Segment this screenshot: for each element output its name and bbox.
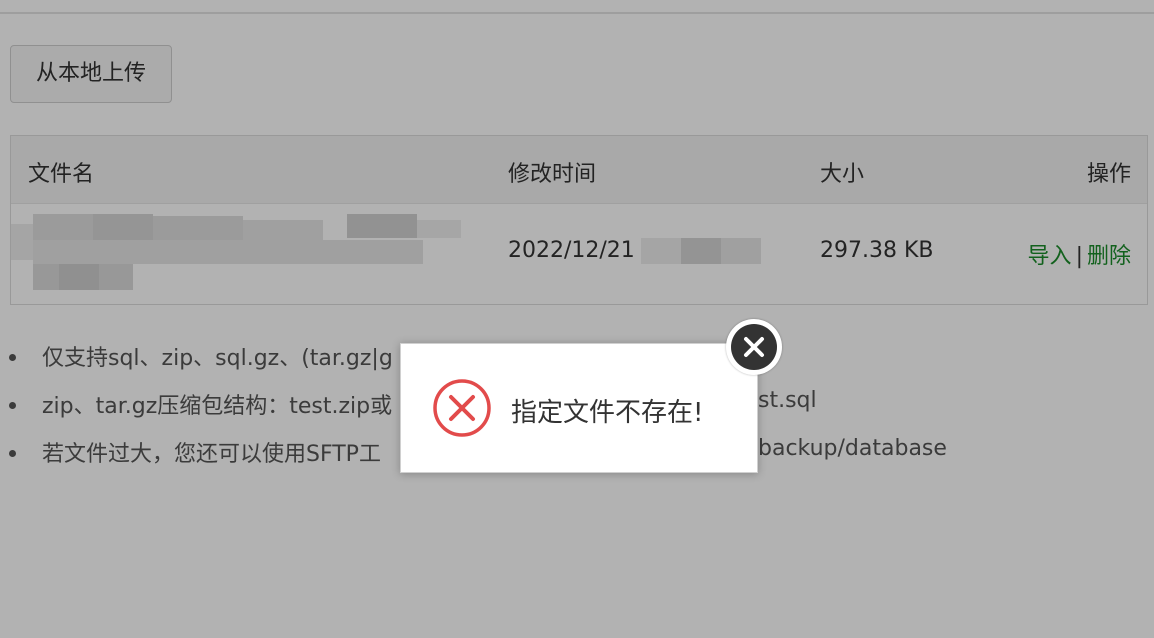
error-x-icon — [431, 377, 493, 439]
modal-overlay[interactable] — [0, 0, 1154, 638]
dialog-close-button[interactable] — [726, 319, 782, 375]
error-dialog: 指定文件不存在! — [400, 343, 758, 473]
close-icon — [731, 324, 777, 370]
dialog-message: 指定文件不存在! — [511, 398, 704, 428]
